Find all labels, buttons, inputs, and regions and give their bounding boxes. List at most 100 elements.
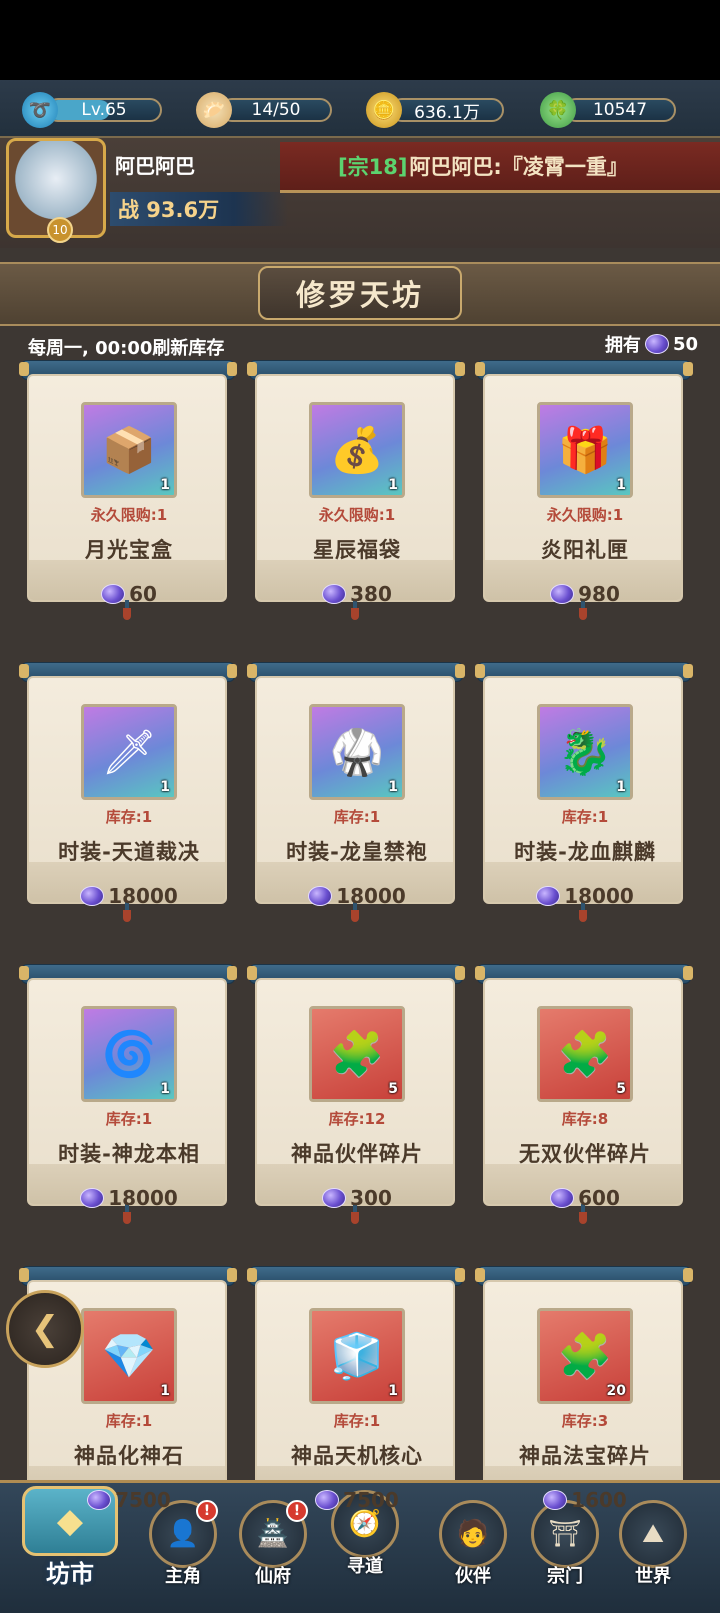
shop-item-card[interactable]: 📦 1 永久限购:1 月光宝盒 60 xyxy=(19,360,237,620)
shop-item-card[interactable]: 🧩 5 库存:12 神品伙伴碎片 300 xyxy=(247,964,465,1224)
crystal-stone-icon: 💎 1 xyxy=(81,1308,177,1404)
nav-protagonist[interactable]: 👤 主角! xyxy=(142,1500,224,1602)
jade-text: 10547 xyxy=(564,98,676,122)
item-quantity: 1 xyxy=(160,779,170,795)
nav-label: 伙伴 xyxy=(455,1566,491,1587)
nav-mansion[interactable]: 🏯 仙府! xyxy=(232,1500,314,1602)
shop-item-card[interactable]: 🐉 1 库存:1 时装-龙血麒麟 18000 xyxy=(475,662,693,922)
unrivaled-fragment-icon: 🧩 5 xyxy=(537,1006,633,1102)
item-price[interactable]: 18000 xyxy=(29,1186,229,1210)
item-price[interactable]: 7500 xyxy=(29,1488,229,1512)
partner-fragment-icon: 🧩 5 xyxy=(309,1006,405,1102)
qilin-costume-icon: 🐉 1 xyxy=(537,704,633,800)
player-name: 阿巴阿巴 xyxy=(115,154,195,178)
gold-text: 636.1万 xyxy=(390,98,504,123)
item-price[interactable]: 7500 xyxy=(257,1488,457,1512)
item-name: 神品天机核心 xyxy=(291,1444,423,1468)
scroll-paper: 🧊 1 库存:1 神品天机核心 7500 xyxy=(255,1280,455,1512)
item-price[interactable]: 1600 xyxy=(485,1488,685,1512)
back-button[interactable]: ❮ xyxy=(6,1290,84,1368)
gem-icon xyxy=(101,584,126,604)
item-stock: 库存:1 xyxy=(333,1412,381,1430)
scroll-paper: 📦 1 永久限购:1 月光宝盒 60 xyxy=(27,374,227,606)
item-stock: 库存:8 xyxy=(561,1110,609,1128)
item-stock: 永久限购:1 xyxy=(90,506,168,524)
nav-label: 宗门 xyxy=(547,1566,583,1587)
item-price-value: 600 xyxy=(578,1186,620,1210)
gold-display[interactable]: 🪙 636.1万 xyxy=(366,92,504,128)
item-price[interactable]: 60 xyxy=(29,582,229,606)
gem-icon xyxy=(644,334,669,354)
stamina-display[interactable]: 🥟 14/50 xyxy=(196,92,332,128)
item-name: 时装-神龙本相 xyxy=(58,1142,200,1166)
item-stock: 库存:1 xyxy=(105,808,153,826)
item-price[interactable]: 600 xyxy=(485,1186,685,1210)
shop-item-card[interactable]: 🥋 1 库存:1 时装-龙皇禁袍 18000 xyxy=(247,662,465,922)
level-display: ➰ Lv.65 xyxy=(22,92,162,128)
item-price[interactable]: 300 xyxy=(257,1186,457,1210)
item-quantity: 1 xyxy=(160,1383,170,1399)
scroll-paper: 🌀 1 库存:1 时装-神龙本相 18000 xyxy=(27,978,227,1210)
shop-item-card[interactable]: 🗡 1 库存:1 时装-天道裁决 18000 xyxy=(19,662,237,922)
item-name: 月光宝盒 xyxy=(85,538,173,562)
back-arrow-icon: ❮ xyxy=(30,1309,60,1349)
owned-amount: 50 xyxy=(672,333,698,355)
item-quantity: 1 xyxy=(616,779,626,795)
item-price-value: 7500 xyxy=(343,1488,399,1512)
item-quantity: 1 xyxy=(388,477,398,493)
item-quantity: 1 xyxy=(160,1081,170,1097)
core-cube-icon: 🧊 1 xyxy=(309,1308,405,1404)
item-quantity: 1 xyxy=(388,1383,398,1399)
item-stock: 库存:1 xyxy=(561,808,609,826)
gem-icon xyxy=(308,886,333,906)
sun-gift-box-icon: 🎁 1 xyxy=(537,402,633,498)
jade-display[interactable]: 🍀 10547 xyxy=(540,92,676,128)
nav-world[interactable]: ⛰ 世界 xyxy=(612,1500,694,1602)
item-price[interactable]: 380 xyxy=(257,582,457,606)
shop-item-card[interactable]: 💰 1 永久限购:1 星辰福袋 380 xyxy=(247,360,465,620)
broadcast-tag: [宗18] xyxy=(338,155,408,179)
gem-icon xyxy=(315,1490,340,1510)
robe-costume-icon: 🥋 1 xyxy=(309,704,405,800)
page-title: 修罗天坊 xyxy=(258,266,462,320)
bun-icon: 🥟 xyxy=(196,92,232,128)
stamina-text: 14/50 xyxy=(220,98,332,122)
nav-sect[interactable]: ⛩ 宗门 xyxy=(524,1500,606,1602)
item-name: 时装-天道裁决 xyxy=(58,840,200,864)
item-name: 神品化神石 xyxy=(74,1444,184,1468)
item-price-value: 7500 xyxy=(115,1488,171,1512)
item-price[interactable]: 18000 xyxy=(29,884,229,908)
avatar[interactable]: 10 xyxy=(6,138,106,243)
broadcast-text: 阿巴阿巴:『凌霄一重』 xyxy=(409,155,628,179)
item-price-value: 18000 xyxy=(336,884,406,908)
item-price-value: 18000 xyxy=(108,1186,178,1210)
gem-icon xyxy=(543,1490,568,1510)
shop-item-card[interactable]: 🎁 1 永久限购:1 炎阳礼匣 980 xyxy=(475,360,693,620)
item-name: 神品伙伴碎片 xyxy=(291,1142,423,1166)
level-text: Lv.65 xyxy=(81,100,127,120)
item-price-value: 18000 xyxy=(564,884,634,908)
item-price-value: 1600 xyxy=(571,1488,627,1512)
nav-partner[interactable]: 🧑 伙伴 xyxy=(432,1500,514,1602)
item-stock: 库存:1 xyxy=(105,1412,153,1430)
item-quantity: 1 xyxy=(616,477,626,493)
scroll-paper: 🐉 1 库存:1 时装-龙血麒麟 18000 xyxy=(483,676,683,908)
nav-label: 仙府 xyxy=(255,1566,291,1587)
shop-item-card[interactable]: 🌀 1 库存:1 时装-神龙本相 18000 xyxy=(19,964,237,1224)
item-price-value: 18000 xyxy=(108,884,178,908)
item-stock: 库存:12 xyxy=(328,1110,386,1128)
item-price-value: 980 xyxy=(578,582,620,606)
star-lucky-bag-icon: 💰 1 xyxy=(309,402,405,498)
item-price[interactable]: 980 xyxy=(485,582,685,606)
item-price[interactable]: 18000 xyxy=(257,884,457,908)
item-name: 神品法宝碎片 xyxy=(519,1444,651,1468)
scroll-paper: 🎁 1 永久限购:1 炎阳礼匣 980 xyxy=(483,374,683,606)
item-quantity: 1 xyxy=(388,779,398,795)
item-price[interactable]: 18000 xyxy=(485,884,685,908)
shop-item-card[interactable]: 🧩 5 库存:8 无双伙伴碎片 600 xyxy=(475,964,693,1224)
item-stock: 库存:1 xyxy=(333,808,381,826)
coin-icon: 🪙 xyxy=(366,92,402,128)
refresh-info: 每周一, 00:00刷新库存 xyxy=(28,338,225,359)
status-area xyxy=(0,0,720,80)
gem-icon xyxy=(322,584,347,604)
